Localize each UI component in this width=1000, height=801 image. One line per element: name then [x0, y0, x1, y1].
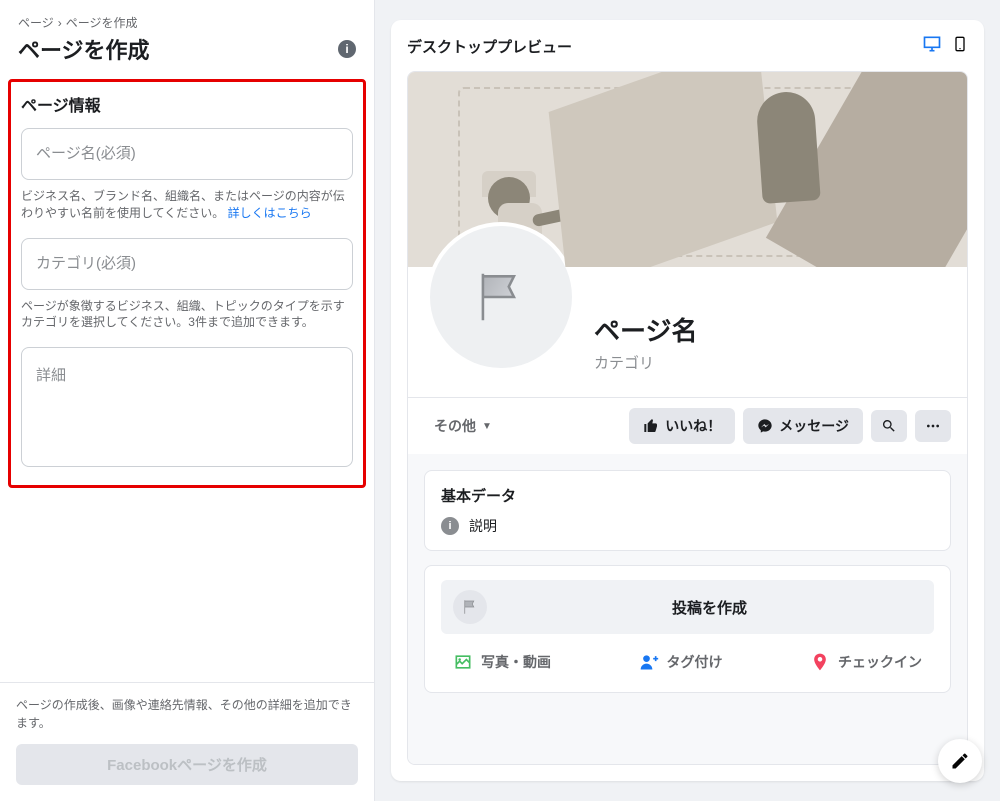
preview-panels: 基本データ i 説明 投稿を作成: [408, 454, 967, 764]
desktop-icon[interactable]: [922, 34, 942, 59]
compose-photo-video[interactable]: 写真・動画: [445, 646, 559, 678]
compose-tag-label: タグ付け: [667, 652, 723, 672]
mobile-icon[interactable]: [952, 34, 968, 59]
preview-title: デスクトッププレビュー: [407, 36, 572, 57]
section-heading: ページ情報: [21, 92, 353, 116]
details-field-wrapper: [21, 347, 353, 467]
compose-tag[interactable]: タグ付け: [631, 646, 731, 678]
more-button[interactable]: [915, 410, 951, 442]
basic-data-panel: 基本データ i 説明: [424, 470, 951, 551]
flag-icon: [461, 598, 479, 616]
tag-people-icon: [639, 652, 659, 672]
search-icon: [881, 418, 897, 434]
compose-checkin-label: チェックイン: [838, 652, 922, 672]
profile-row: ページ名 カテゴリ: [408, 267, 967, 397]
preview-card: デスクトッププレビュー: [391, 20, 984, 781]
page-name-help: ビジネス名、ブランド名、組織名、またはページの内容が伝わりやすい名前を使用してく…: [21, 188, 353, 222]
breadcrumb-root[interactable]: ページ: [18, 14, 54, 31]
category-help: ページが象徴するビジネス、組織、トピックのタイプを示すカテゴリを選択してください…: [21, 298, 353, 332]
name-block: ページ名 カテゴリ: [594, 291, 697, 373]
flag-icon: [470, 266, 532, 328]
composer-actions: 写真・動画 タグ付け: [441, 644, 934, 678]
tab-other[interactable]: その他 ▼: [424, 410, 502, 442]
composer-panel: 投稿を作成 写真・動画: [424, 565, 951, 693]
thumbs-up-icon: [643, 418, 659, 434]
message-button[interactable]: メッセージ: [743, 408, 863, 444]
avatar-placeholder: [430, 226, 572, 368]
breadcrumb: ページ › ページを作成: [18, 14, 356, 31]
action-row: その他 ▼ いいね！ メッセージ: [408, 397, 967, 454]
page-info-section: ページ情報 ビジネス名、ブランド名、組織名、またはページの内容が伝わりやすい名前…: [8, 79, 366, 488]
location-icon: [810, 652, 830, 672]
page-preview: ページ名 カテゴリ その他 ▼ いいね！ メッセージ: [407, 71, 968, 765]
info-icon: i: [441, 517, 459, 535]
learn-more-link[interactable]: 詳しくはこちら: [228, 206, 312, 220]
preview-header: デスクトッププレビュー: [407, 34, 968, 59]
category-field-wrapper: [21, 238, 353, 290]
like-label: いいね！: [665, 416, 721, 436]
edit-fab[interactable]: [938, 739, 982, 783]
tab-other-label: その他: [434, 416, 476, 436]
avatar-wrapper: [426, 222, 576, 372]
footer-help: ページの作成後、画像や連絡先情報、その他の詳細を追加できます。: [16, 697, 358, 732]
sidebar-footer: ページの作成後、画像や連絡先情報、その他の詳細を追加できます。 Facebook…: [0, 682, 374, 801]
message-label: メッセージ: [779, 416, 849, 436]
compose-checkin[interactable]: チェックイン: [802, 646, 930, 678]
ellipsis-icon: [925, 418, 941, 434]
search-button[interactable]: [871, 410, 907, 442]
breadcrumb-current: ページを作成: [66, 14, 138, 31]
composer-avatar: [453, 590, 487, 624]
page-name-field-wrapper: [21, 128, 353, 180]
compose-photo-label: 写真・動画: [481, 652, 551, 672]
preview-area: デスクトッププレビュー: [375, 0, 1000, 801]
preview-category: カテゴリ: [594, 352, 697, 373]
edit-icon: [950, 751, 970, 771]
basic-data-desc: 説明: [469, 516, 497, 536]
preview-page-name: ページ名: [594, 311, 697, 348]
create-page-button[interactable]: Facebookページを作成: [16, 744, 358, 785]
composer-header[interactable]: 投稿を作成: [441, 580, 934, 634]
page-title: ページを作成: [18, 33, 150, 65]
caret-down-icon: ▼: [482, 421, 492, 432]
messenger-icon: [757, 418, 773, 434]
chevron-right-icon: ›: [58, 16, 62, 30]
page-name-input[interactable]: [36, 145, 338, 162]
like-button[interactable]: いいね！: [629, 408, 735, 444]
basic-data-row: i 説明: [441, 516, 934, 536]
details-input[interactable]: [36, 364, 338, 400]
create-page-sidebar: ページ › ページを作成 ページを作成 i ページ情報 ビジネス名、ブランド名、…: [0, 0, 375, 801]
basic-data-heading: 基本データ: [441, 485, 934, 506]
info-icon[interactable]: i: [338, 40, 356, 58]
composer-title: 投稿を作成: [497, 597, 922, 618]
photo-icon: [453, 652, 473, 672]
category-input[interactable]: [36, 255, 338, 272]
